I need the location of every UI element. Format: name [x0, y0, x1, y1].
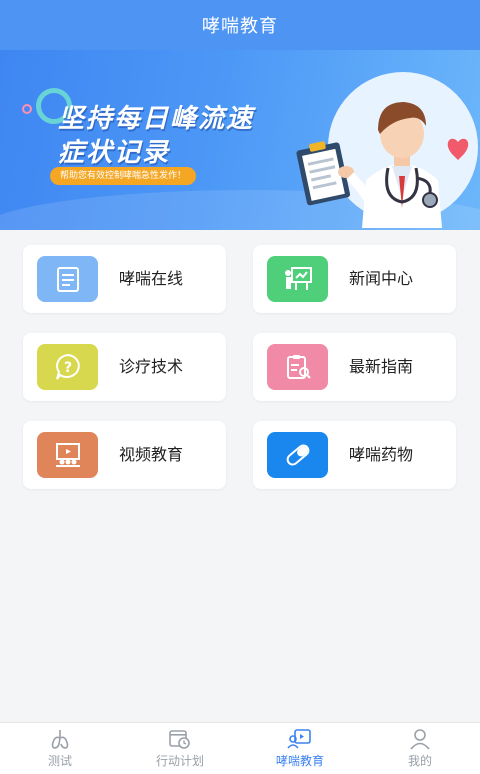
card-diagnosis-tech[interactable]: ? 诊疗技术: [23, 333, 226, 401]
tab-label: 我的: [407, 754, 432, 768]
education-icon: [287, 729, 311, 749]
card-asthma-online[interactable]: 哮喘在线: [23, 245, 226, 313]
banner-title-line1: 坚持每日峰流速: [58, 104, 255, 134]
tab-action-plan[interactable]: 行动计划: [120, 723, 240, 774]
tab-label: 测试: [47, 754, 72, 768]
banner-title: 坚持每日峰流速 症状记录: [58, 102, 254, 170]
doctor-illustration: [296, 102, 469, 228]
card-label: 哮喘药物: [349, 445, 414, 464]
tab-label: 哮喘教育: [275, 754, 324, 768]
card-label: 哮喘在线: [119, 269, 184, 288]
card-video-education[interactable]: 视频教育: [23, 421, 226, 489]
tab-label: 行动计划: [155, 754, 204, 768]
video-lesson-icon: [37, 432, 98, 478]
tab-asthma-education[interactable]: 哮喘教育: [240, 723, 360, 774]
presentation-icon: [267, 256, 328, 302]
bottom-tab-bar: 测试 行动计划 哮喘教育 我的: [0, 722, 480, 774]
svg-text:?: ?: [63, 360, 71, 376]
promo-banner[interactable]: 坚持每日峰流速 症状记录 帮助您有效控制哮喘急性发作！: [0, 50, 480, 230]
calendar-clock-icon: [169, 730, 190, 749]
tab-mine[interactable]: 我的: [360, 723, 480, 774]
pill-icon: [267, 432, 328, 478]
card-label: 最新指南: [349, 357, 414, 376]
card-label: 新闻中心: [349, 269, 414, 288]
document-icon: [37, 256, 98, 302]
banner-title-line2: 症状记录: [58, 138, 171, 168]
question-bubble-icon: ?: [37, 344, 98, 390]
card-latest-guide[interactable]: 最新指南: [253, 333, 456, 401]
page-title: 哮喘教育: [0, 0, 480, 50]
card-label: 诊疗技术: [119, 357, 184, 376]
lungs-icon: [51, 730, 69, 749]
card-asthma-drugs[interactable]: 哮喘药物: [253, 421, 456, 489]
tab-test[interactable]: 测试: [0, 723, 120, 774]
banner-slogan: 帮助您有效控制哮喘急性发作！: [50, 167, 197, 185]
card-label: 视频教育: [119, 445, 184, 464]
card-news-center[interactable]: 新闻中心: [253, 245, 456, 313]
decor-dot: [22, 104, 32, 114]
user-icon: [410, 729, 430, 750]
clipboard-search-icon: [267, 344, 328, 390]
